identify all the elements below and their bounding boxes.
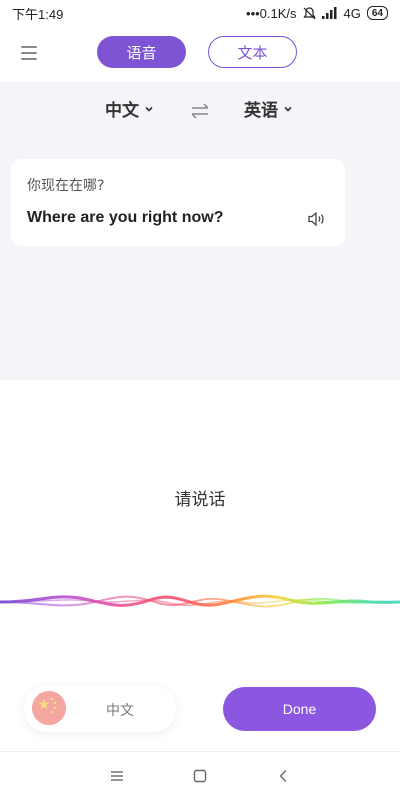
speaker-icon[interactable] <box>307 211 327 227</box>
signal-icon <box>321 7 337 19</box>
status-icons: •••0.1K/s 4G 64 <box>246 6 388 21</box>
target-language-label: 英语 <box>244 101 278 121</box>
swap-icon[interactable] <box>190 102 210 120</box>
tab-voice[interactable]: 语音 <box>97 36 186 68</box>
chevron-down-icon <box>284 106 292 112</box>
home-icon[interactable] <box>193 769 207 783</box>
translation-panel: 中文 英语 你现在在哪? Where are you right now? <box>0 82 400 380</box>
tab-text[interactable]: 文本 <box>208 36 297 68</box>
network-speed: •••0.1K/s <box>246 5 297 21</box>
source-language-selector[interactable]: 中文 <box>105 96 153 121</box>
back-icon[interactable] <box>277 769 291 783</box>
target-language-selector[interactable]: 英语 <box>244 96 292 121</box>
source-text: 你现在在哪? <box>27 178 105 194</box>
menu-icon[interactable] <box>21 46 37 60</box>
chevron-down-icon <box>145 106 153 112</box>
voice-wave <box>0 594 400 608</box>
mute-icon <box>302 6 316 19</box>
battery-icon: 64 <box>366 6 388 20</box>
china-flag-icon <box>32 691 66 725</box>
current-language-label: 中文 <box>106 703 134 719</box>
language-selector-row: 中文 英语 <box>0 96 400 126</box>
network-type: 4G <box>343 5 361 21</box>
recent-apps-icon[interactable] <box>110 769 124 783</box>
status-bar: 下午1:49 •••0.1K/s 4G 64 <box>0 0 400 26</box>
speak-prompt: 请说话 <box>174 490 226 510</box>
source-language-label: 中文 <box>105 101 139 121</box>
translated-text: Where are you right now? <box>27 209 224 226</box>
current-language-pill[interactable]: 中文 <box>24 686 176 732</box>
battery-level: 64 <box>371 7 383 19</box>
status-time: 下午1:49 <box>12 6 64 22</box>
top-header: 语音 文本 <box>0 26 400 82</box>
system-nav-bar <box>0 751 400 800</box>
done-button[interactable]: Done <box>223 687 376 731</box>
translation-card[interactable]: 你现在在哪? Where are you right now? <box>11 159 345 246</box>
